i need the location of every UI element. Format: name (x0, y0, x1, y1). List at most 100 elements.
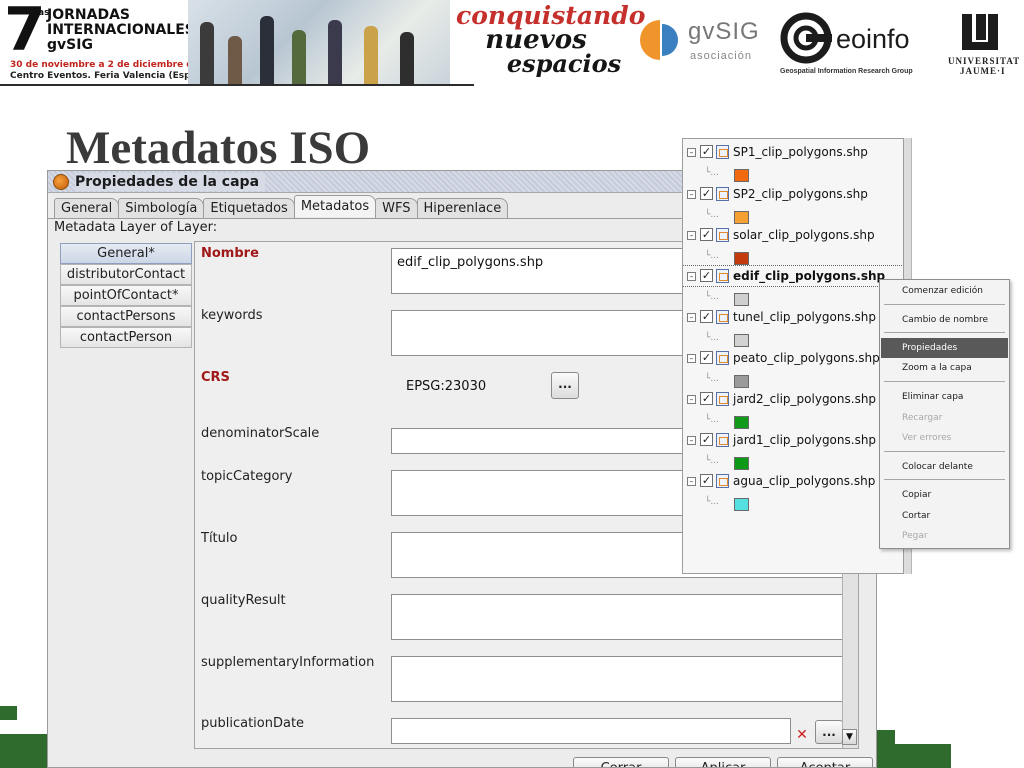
close-button[interactable]: Cerrar (573, 757, 669, 767)
layer-visibility-checkbox[interactable]: ✓ (700, 310, 713, 323)
section-contact-person-button[interactable]: contactPerson (60, 327, 192, 348)
vector-layer-icon (716, 310, 729, 324)
vector-layer-icon (716, 187, 729, 201)
collapse-toggle-icon[interactable]: – (687, 272, 696, 281)
toc-layer-row[interactable]: – ✓ SP1_clip_polygons.shp (683, 142, 903, 162)
layer-symbol-swatch[interactable] (734, 498, 749, 511)
date-picker-button[interactable]: ... (815, 720, 843, 744)
layer-symbol-swatch[interactable] (734, 293, 749, 306)
tab-metadatos[interactable]: Metadatos (293, 195, 377, 217)
toc-layer-row[interactable]: – ✓ solar_clip_polygons.shp (683, 225, 903, 245)
menu-rename[interactable]: Cambio de nombre (881, 310, 1008, 330)
event-title-line-2: INTERNACIONALES (47, 22, 195, 38)
toc-layer-row[interactable]: – ✓ edif_clip_polygons.shp (683, 265, 903, 287)
layer-visibility-checkbox[interactable]: ✓ (700, 269, 713, 282)
toc-layer-row[interactable]: – ✓ peato_clip_polygons.shp (683, 348, 903, 368)
menu-separator (884, 479, 1005, 480)
tab-simbologia[interactable]: Simbología (118, 198, 205, 218)
layer-name: peato_clip_polygons.shp (733, 351, 880, 365)
layer-visibility-checkbox[interactable]: ✓ (700, 187, 713, 200)
tab-wfs[interactable]: WFS (375, 198, 418, 218)
banner-divider (0, 84, 474, 86)
apply-button[interactable]: Aplicar (675, 757, 771, 767)
layer-visibility-checkbox[interactable]: ✓ (700, 145, 713, 158)
layer-legend-row: └... (683, 454, 903, 472)
menu-separator (884, 332, 1005, 333)
gvsig-subtitle: asociación (690, 50, 752, 62)
slide-title: Metadatos ISO (66, 122, 371, 174)
tab-general[interactable]: General (54, 198, 120, 218)
menu-properties[interactable]: Propiedades (881, 338, 1008, 358)
layer-symbol-swatch[interactable] (734, 416, 749, 429)
accept-button[interactable]: Aceptar (777, 757, 873, 767)
layer-visibility-checkbox[interactable]: ✓ (700, 351, 713, 364)
collapse-toggle-icon[interactable]: – (687, 477, 696, 486)
layer-name: agua_clip_polygons.shp (733, 474, 876, 488)
layer-symbol-swatch[interactable] (734, 211, 749, 224)
uji-wordmark-line-1: UNIVERSITAT (948, 56, 1021, 66)
scroll-down-arrow-icon[interactable]: ▼ (842, 729, 857, 745)
slide-decoration (877, 730, 895, 768)
menu-start-editing[interactable]: Comenzar edición (881, 281, 1008, 301)
menu-view-errors: Ver errores (902, 433, 952, 443)
layer-symbol-swatch[interactable] (734, 457, 749, 470)
tree-connector: └... (705, 251, 720, 261)
layer-symbol-swatch[interactable] (734, 169, 749, 182)
collapse-toggle-icon[interactable]: – (687, 148, 696, 157)
layer-name: SP2_clip_polygons.shp (733, 187, 868, 201)
section-point-of-contact-button[interactable]: pointOfContact* (60, 285, 192, 306)
layer-visibility-checkbox[interactable]: ✓ (700, 392, 713, 405)
collapse-toggle-icon[interactable]: – (687, 354, 696, 363)
conference-banner: 7 as JORNADAS INTERNACIONALES gvSIG 30 d… (0, 0, 1024, 86)
publication-date-label: publicationDate (201, 716, 305, 731)
toc-layer-row[interactable]: – ✓ agua_clip_polygons.shp (683, 471, 903, 491)
quality-result-field[interactable] (391, 594, 843, 640)
layer-name: SP1_clip_polygons.shp (733, 145, 868, 159)
toc-layer-row[interactable]: – ✓ jard1_clip_polygons.shp (683, 430, 903, 450)
menu-cut[interactable]: Cortar (881, 506, 1008, 526)
layer-symbol-swatch[interactable] (734, 252, 749, 265)
geoinfo-subtitle: Geospatial Information Research Group (780, 68, 913, 75)
crs-label: CRS (201, 370, 230, 385)
dialog-tabs: General Simbología Etiquetados Metadatos… (54, 195, 509, 218)
dialog-title: Propiedades de la capa (75, 173, 266, 191)
toc-layer-row[interactable]: – ✓ tunel_clip_polygons.shp (683, 307, 903, 327)
section-distributor-contact-button[interactable]: distributorContact (60, 264, 192, 285)
supplementary-information-label: supplementaryInformation (201, 655, 375, 670)
toc-layer-row[interactable]: – ✓ SP2_clip_polygons.shp (683, 184, 903, 204)
publication-date-field[interactable] (391, 718, 791, 744)
layer-visibility-checkbox[interactable]: ✓ (700, 433, 713, 446)
layer-context-menu: Comenzar edición Cambio de nombre Propieda… (879, 279, 1010, 549)
supplementary-information-field[interactable] (391, 656, 843, 702)
gvsig-logo-icon (640, 20, 678, 60)
collapse-toggle-icon[interactable]: – (687, 313, 696, 322)
crs-value: EPSG:23030 (406, 379, 487, 394)
layer-name: jard1_clip_polygons.shp (733, 433, 877, 447)
vector-layer-icon (716, 351, 729, 365)
collapse-toggle-icon[interactable]: – (687, 436, 696, 445)
toc-layer-row[interactable]: – ✓ jard2_clip_polygons.shp (683, 389, 903, 409)
menu-delete-layer[interactable]: Eliminar capa (881, 387, 1008, 407)
menu-zoom-to-layer[interactable]: Zoom a la capa (881, 358, 1008, 378)
layer-visibility-checkbox[interactable]: ✓ (700, 228, 713, 241)
section-contact-persons-button[interactable]: contactPersons (60, 306, 192, 327)
section-general-button[interactable]: General* (60, 243, 192, 264)
menu-copy[interactable]: Copiar (881, 485, 1008, 505)
clear-date-icon[interactable]: ✕ (793, 726, 811, 744)
crs-select-button[interactable]: ... (551, 372, 579, 399)
layer-symbol-swatch[interactable] (734, 375, 749, 388)
collapse-toggle-icon[interactable]: – (687, 231, 696, 240)
vector-layer-icon (716, 433, 729, 447)
event-title-line-3: gvSIG (47, 37, 93, 53)
denominator-scale-label: denominatorScale (201, 426, 320, 441)
geoinfo-logo-icon (780, 12, 832, 64)
layer-legend-row: └... (683, 208, 903, 226)
collapse-toggle-icon[interactable]: – (687, 395, 696, 404)
tab-hiperenlace[interactable]: Hiperenlace (416, 198, 509, 218)
layer-visibility-checkbox[interactable]: ✓ (700, 474, 713, 487)
menu-separator (884, 381, 1005, 382)
layer-symbol-swatch[interactable] (734, 334, 749, 347)
collapse-toggle-icon[interactable]: – (687, 190, 696, 199)
menu-bring-to-front[interactable]: Colocar delante (881, 457, 1008, 477)
tab-etiquetados[interactable]: Etiquetados (203, 198, 295, 218)
